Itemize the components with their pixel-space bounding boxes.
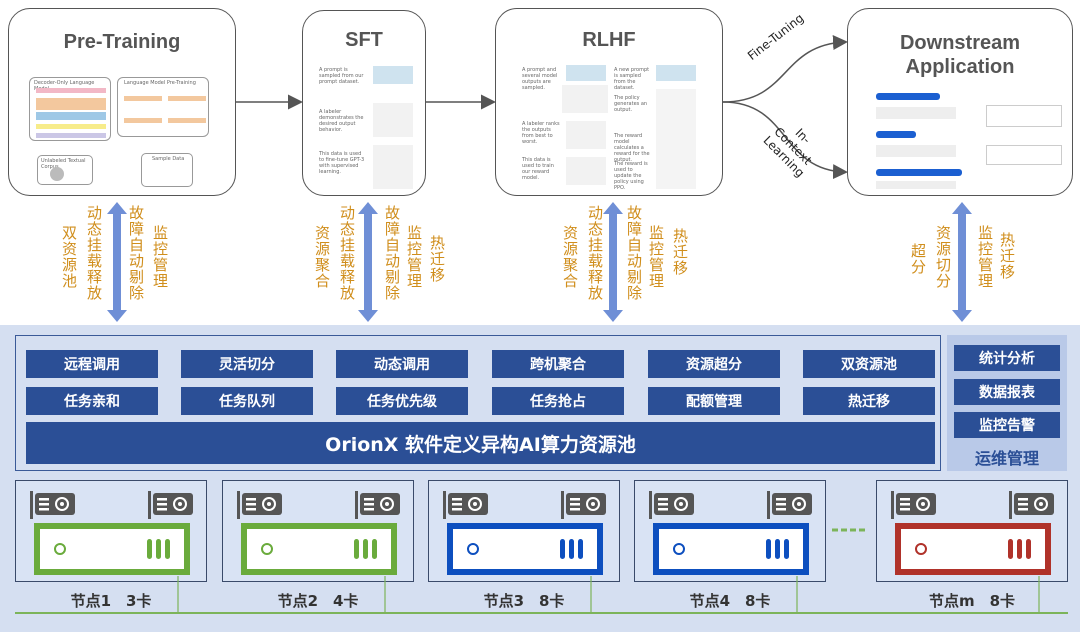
gpu-card-icon xyxy=(148,491,196,519)
power-led-icon xyxy=(915,543,927,555)
feature-text: 双资源池 xyxy=(60,225,78,289)
gpu-card-icon xyxy=(237,491,285,519)
capability-quota: 配额管理 xyxy=(648,387,780,415)
drive-bays-icon xyxy=(147,539,170,559)
capability-task-priority: 任务优先级 xyxy=(336,387,468,415)
feature-text: 监控管理 xyxy=(405,225,423,289)
power-led-icon xyxy=(673,543,685,555)
power-led-icon xyxy=(54,543,66,555)
feature-text: 热迁移 xyxy=(998,232,1016,280)
gpu-node xyxy=(222,480,414,582)
capability-task-queue: 任务队列 xyxy=(181,387,313,415)
gpu-node xyxy=(876,480,1068,582)
gpu-node xyxy=(15,480,207,582)
server-icon xyxy=(447,523,603,575)
feature-text: 监控管理 xyxy=(647,225,665,289)
double-arrow-3 xyxy=(603,202,623,322)
node-label: 节点m 8卡 xyxy=(928,592,1016,610)
node-label: 节点3 8卡 xyxy=(483,592,565,610)
drive-bays-icon xyxy=(354,539,377,559)
power-led-icon xyxy=(467,543,479,555)
feature-text: 动态挂载释放 xyxy=(85,205,103,301)
pool-title: OrionX 软件定义异构AI算力资源池 xyxy=(26,422,935,464)
capability-oversubscribe: 资源超分 xyxy=(648,350,780,378)
capability-cross-node: 跨机聚合 xyxy=(492,350,624,378)
drive-bays-icon xyxy=(560,539,583,559)
feature-text: 故障自动剔除 xyxy=(625,205,643,301)
feature-text: 超分 xyxy=(909,243,927,275)
feature-text: 资源聚合 xyxy=(561,225,579,289)
feature-text: 热迁移 xyxy=(671,228,689,276)
capability-flexible-split: 灵活切分 xyxy=(181,350,313,378)
capability-live-migration: 热迁移 xyxy=(803,387,935,415)
gpu-card-icon xyxy=(30,491,78,519)
feature-text: 监控管理 xyxy=(976,225,994,289)
gpu-node xyxy=(428,480,620,582)
ops-alerts: 监控告警 xyxy=(954,412,1060,438)
server-icon xyxy=(895,523,1051,575)
drive-bays-icon xyxy=(1008,539,1031,559)
double-arrow-2 xyxy=(358,202,378,322)
gpu-card-icon xyxy=(1009,491,1057,519)
capability-remote-call: 远程调用 xyxy=(26,350,158,378)
ops-reports: 数据报表 xyxy=(954,379,1060,405)
arrow-fine-tuning xyxy=(722,35,848,103)
flow-arrows xyxy=(236,35,848,180)
gpu-card-icon xyxy=(355,491,403,519)
ops-stats: 统计分析 xyxy=(954,345,1060,371)
capability-dynamic-call: 动态调用 xyxy=(336,350,468,378)
server-icon xyxy=(34,523,190,575)
gpu-node xyxy=(634,480,826,582)
feature-text: 热迁移 xyxy=(428,235,446,283)
node-label: 节点4 8卡 xyxy=(689,592,771,610)
capability-dual-pool: 双资源池 xyxy=(803,350,935,378)
feature-text: 动态挂载释放 xyxy=(586,205,604,301)
gpu-card-icon xyxy=(561,491,609,519)
feature-text: 故障自动剔除 xyxy=(127,205,145,301)
drive-bays-icon xyxy=(766,539,789,559)
feature-text: 监控管理 xyxy=(151,225,169,289)
capability-task-affinity: 任务亲和 xyxy=(26,387,158,415)
gpu-card-icon xyxy=(649,491,697,519)
gpu-card-icon xyxy=(767,491,815,519)
node-label: 节点1 3卡 xyxy=(70,592,152,610)
server-icon xyxy=(653,523,809,575)
capability-preemption: 任务抢占 xyxy=(492,387,624,415)
feature-text: 动态挂载释放 xyxy=(338,205,356,301)
double-arrow-1 xyxy=(107,202,127,322)
ops-title: 运维管理 xyxy=(974,449,1039,468)
gpu-card-icon xyxy=(891,491,939,519)
double-arrow-4 xyxy=(952,202,972,322)
node-label: 节点2 4卡 xyxy=(277,592,359,610)
feature-text: 资源切分 xyxy=(934,225,952,289)
server-icon xyxy=(241,523,397,575)
power-led-icon xyxy=(261,543,273,555)
gpu-card-icon xyxy=(443,491,491,519)
feature-text: 资源聚合 xyxy=(313,225,331,289)
ops-panel: 统计分析 数据报表 监控告警 运维管理 xyxy=(947,335,1067,471)
feature-text: 故障自动剔除 xyxy=(383,205,401,301)
